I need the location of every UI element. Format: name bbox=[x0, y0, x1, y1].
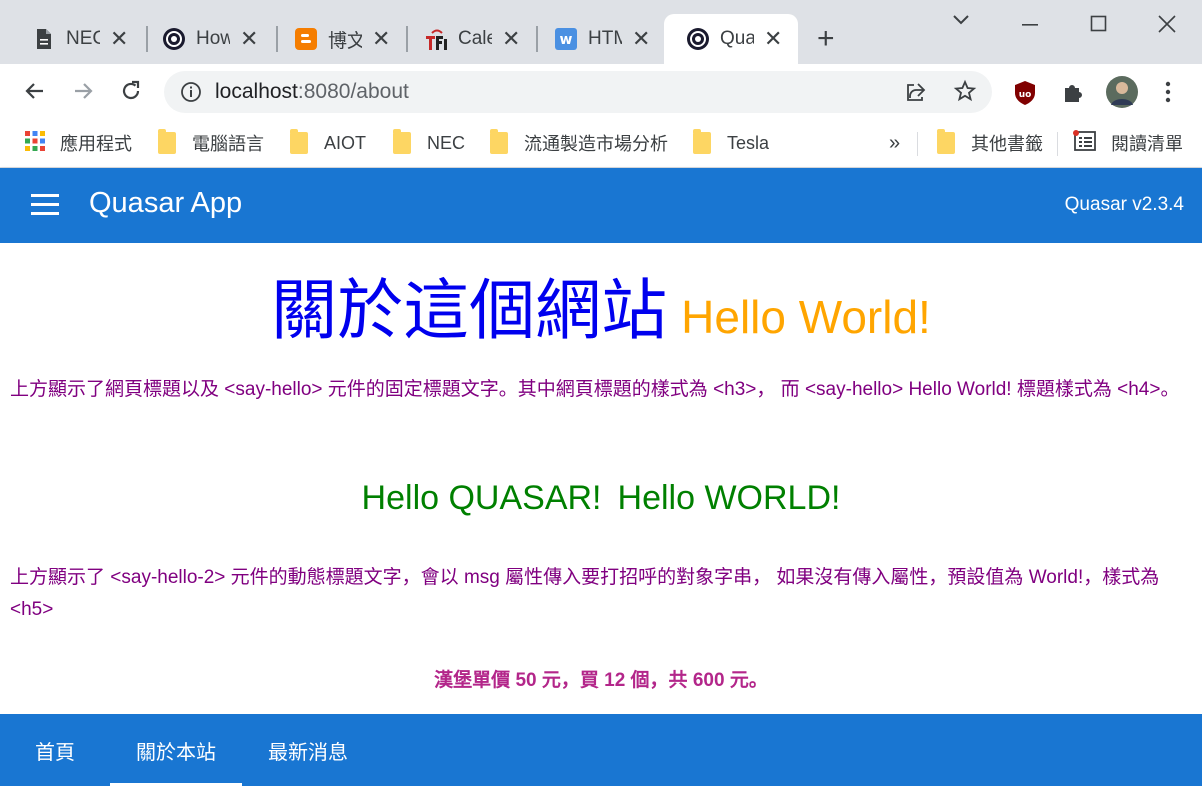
say-hello-2-heading: Hello QUASAR! Hello WORLD! bbox=[0, 479, 1202, 518]
bookmark-label: 電腦語言 bbox=[192, 134, 264, 154]
tab-title: Cale bbox=[458, 28, 492, 49]
tab-title: Qua bbox=[720, 28, 754, 49]
reload-icon[interactable] bbox=[116, 76, 146, 106]
folder-icon bbox=[490, 129, 508, 154]
bookmark-label: NEC bbox=[427, 132, 466, 153]
reading-list-icon bbox=[1073, 129, 1097, 157]
bookmarks-divider bbox=[917, 132, 918, 156]
info-icon[interactable] bbox=[180, 81, 202, 108]
browser-tab-4[interactable]: Cale ✕ bbox=[402, 14, 520, 64]
bookmarks-overflow-button[interactable]: » bbox=[889, 129, 900, 157]
tfi-icon bbox=[424, 27, 448, 51]
app-header: Quasar App Quasar v2.3.4 bbox=[0, 168, 1202, 243]
browser-tab-5[interactable]: w HTM ✕ bbox=[532, 14, 650, 64]
close-icon[interactable]: ✕ bbox=[502, 28, 520, 50]
browser-toolbar: localhost:8080/about uo bbox=[0, 64, 1202, 120]
bookmarks-divider bbox=[1057, 132, 1058, 156]
description-paragraph-2: 上方顯示了 <say-hello-2> 元件的動態標題文字，會以 msg 屬性傳… bbox=[10, 567, 1160, 620]
browser-tab-active[interactable]: Qua ✕ bbox=[664, 14, 798, 64]
bookmark-apps[interactable]: 應用程式 bbox=[24, 129, 132, 157]
blogger-icon bbox=[294, 27, 318, 51]
bookmark-label: AIOT bbox=[324, 132, 367, 153]
quasar-logo-icon bbox=[686, 27, 710, 51]
bookmark-star-icon[interactable] bbox=[953, 79, 977, 108]
url-text[interactable]: localhost:8080/about bbox=[215, 80, 409, 104]
menu-icon[interactable] bbox=[31, 194, 59, 216]
minimize-icon[interactable] bbox=[1020, 14, 1040, 40]
bookmark-label: 應用程式 bbox=[60, 134, 132, 154]
app-footer-tabs: 首頁 關於本站 最新消息 bbox=[0, 714, 1202, 786]
address-bar[interactable]: localhost:8080/about bbox=[164, 71, 992, 113]
extensions-puzzle-icon[interactable] bbox=[1061, 80, 1085, 109]
folder-icon bbox=[693, 129, 711, 154]
say-hello-heading: Hello World! bbox=[681, 291, 931, 343]
browser-tab-2[interactable]: How ✕ bbox=[140, 14, 258, 64]
tab-news[interactable]: 最新消息 bbox=[242, 714, 374, 786]
hello-world-text: Hello WORLD! bbox=[617, 479, 841, 517]
page-heading: 關於這個網站 Hello World! bbox=[0, 257, 1202, 353]
folder-icon bbox=[393, 129, 411, 154]
page-title: 關於這個網站 bbox=[271, 272, 668, 349]
close-icon[interactable]: ✕ bbox=[632, 28, 650, 50]
folder-icon bbox=[158, 129, 176, 154]
tab-title: HTM bbox=[588, 28, 622, 49]
hello-quasar-text: Hello QUASAR! bbox=[361, 479, 602, 517]
browser-tab-strip: NEC ✕ How ✕ 博文 ✕ Cale ✕ w HTM ✕ Qua ✕ + bbox=[0, 0, 1202, 64]
url-host: localhost bbox=[215, 80, 298, 103]
close-icon[interactable]: ✕ bbox=[110, 28, 128, 50]
tab-search-chevron-icon[interactable] bbox=[951, 10, 971, 33]
back-icon[interactable] bbox=[20, 76, 50, 106]
new-tab-button[interactable]: + bbox=[817, 24, 835, 54]
price-summary: 漢堡單價 50 元，買 12 個，共 600 元。 bbox=[434, 670, 768, 691]
bookmark-label: 其他書籤 bbox=[971, 134, 1043, 154]
page-content: 關於這個網站 Hello World! 上方顯示了網頁標題以及 <say-hell… bbox=[0, 243, 1202, 714]
close-icon[interactable]: ✕ bbox=[764, 28, 782, 50]
bookmark-folder[interactable]: 電腦語言 bbox=[158, 129, 264, 157]
svg-text:uo: uo bbox=[1019, 90, 1032, 100]
bookmark-other[interactable]: 其他書籤 bbox=[937, 129, 1043, 157]
share-icon[interactable] bbox=[904, 80, 928, 109]
more-menu-icon[interactable] bbox=[1164, 80, 1172, 109]
close-window-icon[interactable] bbox=[1157, 14, 1177, 40]
url-path: :8080/about bbox=[297, 80, 409, 103]
browser-tab-3[interactable]: 博文 ✕ bbox=[272, 14, 390, 64]
browser-tab-1[interactable]: NEC ✕ bbox=[10, 14, 128, 64]
reading-list-button[interactable]: 閱讀清單 bbox=[1073, 129, 1183, 157]
bookmark-folder[interactable]: AIOT bbox=[290, 129, 366, 157]
folder-icon bbox=[937, 129, 955, 154]
svg-text:w: w bbox=[560, 32, 573, 48]
close-icon[interactable]: ✕ bbox=[372, 28, 390, 50]
bookmark-label: 流通製造市場分析 bbox=[524, 134, 668, 154]
quasar-logo-icon bbox=[162, 27, 186, 51]
tab-title: How bbox=[196, 28, 230, 49]
tab-title: 博文 bbox=[328, 30, 362, 52]
folder-icon bbox=[290, 129, 308, 154]
forward-icon[interactable] bbox=[68, 76, 98, 106]
bookmark-folder[interactable]: Tesla bbox=[693, 129, 769, 157]
document-icon bbox=[32, 27, 56, 51]
bookmark-folder[interactable]: NEC bbox=[393, 129, 465, 157]
bookmark-label: 閱讀清單 bbox=[1111, 134, 1183, 154]
ublock-icon[interactable]: uo bbox=[1013, 80, 1037, 111]
apps-grid-icon bbox=[24, 130, 46, 157]
close-icon[interactable]: ✕ bbox=[240, 28, 258, 50]
description-paragraph-1: 上方顯示了網頁標題以及 <say-hello> 元件的固定標題文字。其中網頁標題… bbox=[10, 379, 1180, 400]
app-title: Quasar App bbox=[89, 187, 243, 219]
w-icon: w bbox=[554, 27, 578, 51]
bookmark-folder[interactable]: 流通製造市場分析 bbox=[490, 129, 668, 157]
version-label: Quasar v2.3.4 bbox=[1064, 194, 1184, 215]
tab-about[interactable]: 關於本站 bbox=[110, 714, 242, 786]
bookmarks-bar: 應用程式 電腦語言 AIOT NEC 流通製造市場分析 Tesla » 其他書籤… bbox=[0, 120, 1202, 168]
profile-avatar[interactable] bbox=[1105, 75, 1139, 114]
maximize-icon[interactable] bbox=[1089, 14, 1109, 40]
tab-title: NEC bbox=[66, 28, 100, 49]
bookmark-label: Tesla bbox=[727, 132, 770, 153]
tab-home[interactable]: 首頁 bbox=[0, 714, 110, 786]
